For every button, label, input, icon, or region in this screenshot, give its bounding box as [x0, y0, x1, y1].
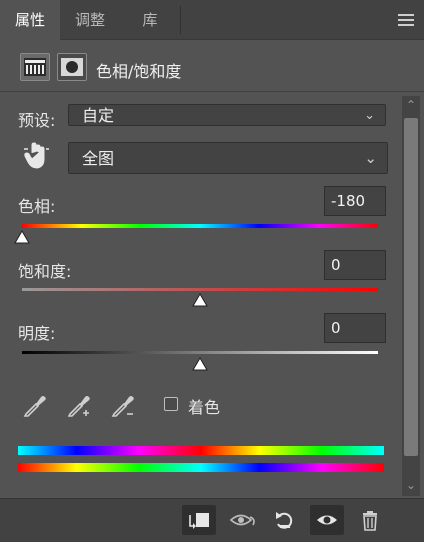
eyedropper-minus-icon[interactable]	[110, 392, 136, 418]
header-divider	[0, 91, 424, 92]
saturation-slider-thumb[interactable]	[192, 293, 208, 307]
targeted-adjustment-hand-icon[interactable]	[22, 141, 50, 173]
view-previous-state-button[interactable]	[226, 505, 260, 535]
scroll-up-icon[interactable]: ⌃	[402, 96, 420, 114]
panel-menu-icon[interactable]	[398, 13, 414, 27]
reset-button[interactable]	[268, 505, 302, 535]
panel-title: 色相/饱和度	[96, 62, 182, 81]
eyedropper-plus-icon[interactable]	[66, 392, 92, 418]
tab-divider	[180, 6, 181, 34]
source-spectrum-bar	[18, 446, 384, 455]
tab-libraries[interactable]: 库	[120, 0, 180, 40]
channel-dropdown[interactable]: 全图 ⌄	[68, 142, 388, 174]
chevron-down-icon: ⌄	[364, 108, 375, 123]
toggle-visibility-button[interactable]	[310, 505, 344, 535]
hue-slider-track[interactable]	[22, 224, 378, 228]
clip-to-layer-button[interactable]	[182, 505, 216, 535]
adjustment-layer-icon[interactable]	[20, 53, 50, 81]
result-spectrum-bar	[18, 463, 384, 472]
delete-icon	[363, 511, 377, 531]
preset-value: 自定	[82, 106, 115, 125]
hue-slider-thumb[interactable]	[14, 230, 30, 244]
channel-value: 全图	[82, 149, 115, 168]
delete-button[interactable]	[353, 505, 387, 535]
reset-icon	[276, 512, 293, 529]
colorize-label: 着色	[188, 398, 221, 417]
scroll-down-icon[interactable]: ⌄	[402, 476, 420, 494]
view-previous-state-icon	[229, 514, 255, 526]
preset-label: 预设:	[18, 111, 56, 130]
eyedropper-icon[interactable]	[22, 392, 48, 418]
colorize-checkbox[interactable]	[164, 397, 178, 411]
chevron-down-icon: ⌄	[364, 149, 377, 167]
lightness-value-field[interactable]: 0	[324, 313, 386, 343]
tab-adjustments[interactable]: 调整	[60, 0, 120, 40]
saturation-label: 饱和度:	[18, 262, 72, 281]
mask-icon[interactable]	[57, 53, 87, 81]
saturation-slider-track[interactable]	[22, 288, 378, 291]
tab-bar: 属性 调整 库	[0, 0, 424, 41]
clip-to-layer-icon	[189, 513, 209, 529]
preset-dropdown[interactable]: 自定 ⌄	[68, 104, 386, 126]
hue-value-field[interactable]: -180	[324, 186, 386, 216]
saturation-value-field[interactable]: 0	[324, 250, 386, 280]
lightness-slider-track[interactable]	[22, 351, 378, 354]
lightness-label: 明度:	[18, 324, 56, 343]
tab-properties[interactable]: 属性	[0, 0, 60, 41]
scrollbar-thumb[interactable]	[404, 118, 418, 456]
lightness-slider-thumb[interactable]	[192, 357, 208, 371]
hue-label: 色相:	[18, 197, 56, 216]
toggle-visibility-icon	[317, 515, 337, 525]
